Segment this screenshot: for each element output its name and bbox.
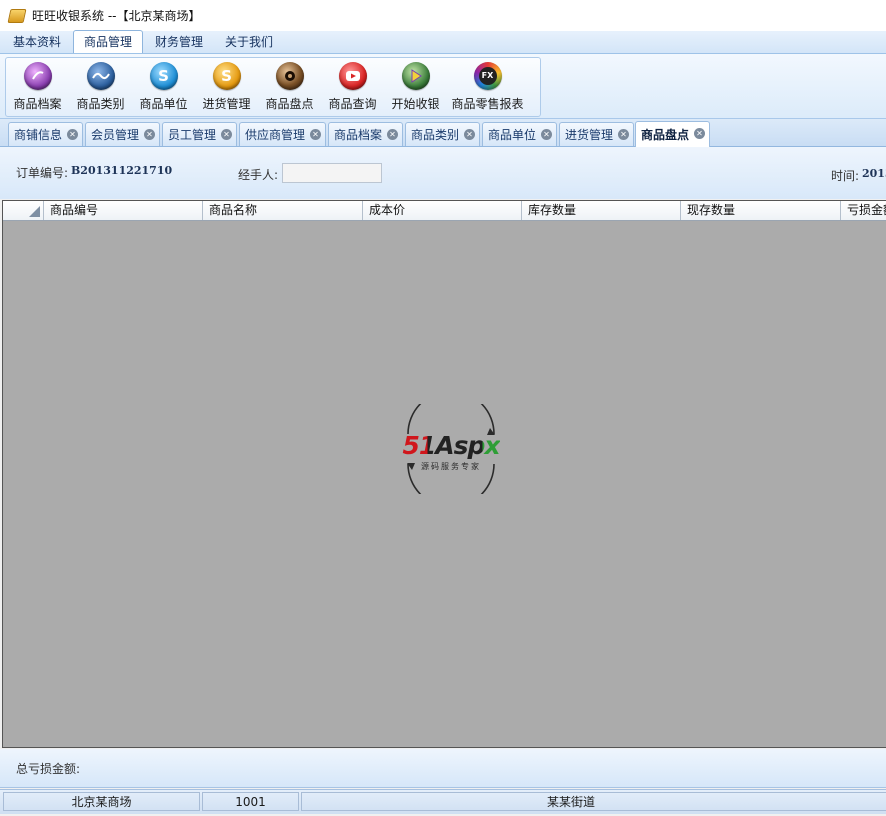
column-header-current-quantity[interactable]: 现存数量 [681,201,841,220]
time-value: 2013 [862,167,886,180]
close-icon[interactable]: ✕ [67,129,78,140]
column-header-loss-amount[interactable]: 亏损金额 [841,201,886,220]
tab-purchase-management-label: 进货管理 [565,128,614,142]
ribbon: 商品档案 商品类别 S 商品单位 S 进货管理 商品盘点 商品查询 开始收银 F… [0,54,886,119]
tab-product-unit[interactable]: 商品单位 ✕ [482,122,557,146]
close-icon[interactable]: ✕ [618,129,629,140]
tab-store-info-label: 商铺信息 [14,128,63,142]
tab-product-archive-label: 商品档案 [334,128,383,142]
tab-member-management-label: 会员管理 [91,128,140,142]
menu-finance-management[interactable]: 财务管理 [145,31,213,53]
skype-s-icon: S [149,62,178,90]
retail-report-label: 商品零售报表 [451,97,524,111]
summary-footer: 总亏损金额: [0,749,886,788]
orange-swirl-icon: S [212,62,241,90]
product-category-label: 商品类别 [76,97,125,111]
document-tab-strip: 商铺信息 ✕ 会员管理 ✕ 员工管理 ✕ 供应商管理 ✕ 商品档案 ✕ 商品类别… [0,119,886,147]
order-form-bar: 订单编号: B201311221710 经手人: 时间: 2013 [0,147,886,199]
total-loss-label: 总亏损金额: [16,762,81,776]
menu-product-management[interactable]: 商品管理 [73,30,144,53]
speaker-icon [275,62,304,90]
start-checkout-label: 开始收银 [391,97,440,111]
app-icon [7,8,27,23]
close-icon[interactable]: ✕ [464,129,475,140]
start-checkout-button[interactable]: 开始收银 [384,58,447,116]
tab-supplier-management-label: 供应商管理 [245,128,306,142]
tab-product-unit-label: 商品单位 [488,128,537,142]
stock-take-label: 商品盘点 [265,97,314,111]
column-header-stock-quantity[interactable]: 库存数量 [522,201,681,220]
close-icon[interactable]: ✕ [387,129,398,140]
window-title: 旺旺收银系统 --【北京某商场】 [32,9,201,23]
tab-purchase-management[interactable]: 进货管理 ✕ [559,122,634,146]
grid-select-all-corner[interactable] [3,201,44,220]
watermark-brand-text: 51Aspx [402,431,500,460]
tab-store-info[interactable]: 商铺信息 ✕ [8,122,83,146]
close-icon[interactable]: ✕ [541,129,552,140]
status-user-id: 1001 [202,792,299,811]
tab-product-category[interactable]: 商品类别 ✕ [405,122,480,146]
stock-take-grid[interactable]: 商品编号 商品名称 成本价 库存数量 现存数量 亏损金额 51Aspx 源码服务… [2,200,886,748]
status-bar: 北京某商场 1001 某某街道 [0,789,886,814]
tab-stock-take[interactable]: 商品盘点 ✕ [635,121,710,147]
menu-about-us[interactable]: 关于我们 [215,31,283,53]
menu-bar: 基本资料 商品管理 财务管理 关于我们 [0,30,886,54]
retail-report-button[interactable]: FX 商品零售报表 [447,58,528,116]
grid-header: 商品编号 商品名称 成本价 库存数量 现存数量 亏损金额 [3,201,886,221]
close-icon[interactable]: ✕ [310,129,321,140]
wave-orb-icon [86,62,115,90]
product-query-button[interactable]: 商品查询 [321,58,384,116]
tab-staff-management[interactable]: 员工管理 ✕ [162,122,237,146]
purple-orb-icon [23,62,52,90]
product-unit-button[interactable]: S 商品单位 [132,58,195,116]
tab-product-archive[interactable]: 商品档案 ✕ [328,122,403,146]
column-header-cost-price[interactable]: 成本价 [363,201,522,220]
order-number-label: 订单编号: [16,166,69,180]
status-store-name: 北京某商场 [3,792,200,811]
fx-orb-icon: FX [473,62,502,90]
youtube-play-icon [338,62,367,90]
time-label: 时间: [831,169,860,183]
column-header-product-name[interactable]: 商品名称 [203,201,363,220]
close-icon[interactable]: ✕ [221,129,232,140]
handler-input[interactable] [282,163,382,183]
column-header-product-code[interactable]: 商品编号 [44,201,203,220]
handler-label: 经手人: [238,168,279,182]
close-icon[interactable]: ✕ [144,129,155,140]
purchase-management-button[interactable]: S 进货管理 [195,58,258,116]
tab-staff-management-label: 员工管理 [168,128,217,142]
product-query-label: 商品查询 [328,97,377,111]
close-icon[interactable]: ✕ [694,128,705,139]
watermark-tagline: 源码服务专家 [421,462,481,471]
product-archive-button[interactable]: 商品档案 [6,58,69,116]
stock-take-button[interactable]: 商品盘点 [258,58,321,116]
ribbon-group-products: 商品档案 商品类别 S 商品单位 S 进货管理 商品盘点 商品查询 开始收银 F… [5,57,541,117]
purchase-management-label: 进货管理 [202,97,251,111]
tab-supplier-management[interactable]: 供应商管理 ✕ [239,122,326,146]
product-unit-label: 商品单位 [139,97,188,111]
product-archive-label: 商品档案 [13,97,62,111]
watermark-brand: 51Aspx [389,433,513,459]
play-triangle-icon [401,62,430,90]
watermark-logo: 51Aspx 源码服务专家 [389,390,513,508]
product-category-button[interactable]: 商品类别 [69,58,132,116]
order-number-value: B201311221710 [71,164,173,177]
tab-member-management[interactable]: 会员管理 ✕ [85,122,160,146]
tab-product-category-label: 商品类别 [411,128,460,142]
title-bar: 旺旺收银系统 --【北京某商场】 [0,0,886,32]
status-address: 某某街道 [301,792,886,811]
select-all-icon [29,206,40,217]
tab-stock-take-label: 商品盘点 [641,128,690,142]
menu-basic-data[interactable]: 基本资料 [3,31,71,53]
